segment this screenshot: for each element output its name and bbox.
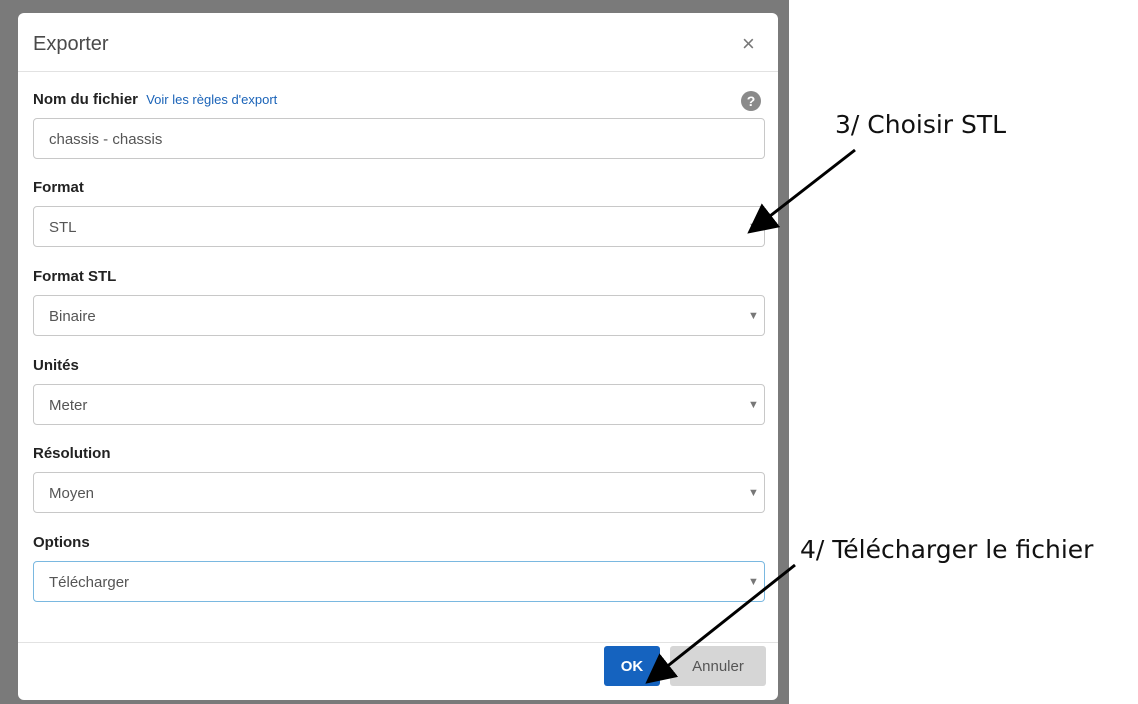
chevron-down-icon: ▼	[748, 399, 759, 411]
question-circle-icon[interactable]: ?	[741, 91, 761, 111]
file-name-label-row: Nom du fichier Voir les règles d'export	[33, 91, 277, 108]
dialog-title: Exporter	[33, 33, 109, 55]
annotation-step3: 3/ Choisir STL	[835, 110, 1007, 139]
file-name-input[interactable]: chassis - chassis	[33, 118, 765, 159]
chevron-down-icon: ▼	[748, 576, 759, 588]
options-select[interactable]: Télécharger ▼	[33, 561, 765, 602]
format-label: Format	[33, 179, 84, 196]
cancel-button[interactable]: Annuler	[670, 646, 766, 686]
stl-format-label: Format STL	[33, 268, 117, 285]
chevron-down-icon: ▼	[748, 310, 759, 322]
stl-format-select[interactable]: Binaire ▼	[33, 295, 765, 336]
chevron-down-icon: ▼	[748, 487, 759, 499]
options-label: Options	[33, 534, 90, 551]
units-select[interactable]: Meter ▼	[33, 384, 765, 425]
resolution-value: Moyen	[49, 485, 95, 502]
close-icon[interactable]: ×	[742, 33, 755, 55]
export-dialog: Exporter × Nom du fichier Voir les règle…	[18, 13, 778, 700]
format-select[interactable]: STL ▼	[33, 206, 765, 247]
resolution-select[interactable]: Moyen ▼	[33, 472, 765, 513]
stl-format-value: Binaire	[49, 308, 96, 325]
dialog-footer-divider	[18, 642, 778, 643]
resolution-label: Résolution	[33, 445, 111, 462]
annotation-step4: 4/ Télécharger le fichier	[800, 535, 1094, 564]
units-label: Unités	[33, 357, 79, 374]
format-value: STL	[49, 219, 77, 236]
dialog-header: Exporter ×	[18, 13, 778, 72]
units-value: Meter	[49, 397, 88, 414]
file-name-value: chassis - chassis	[49, 131, 163, 148]
file-name-label: Nom du fichier	[33, 91, 139, 108]
chevron-down-icon: ▼	[748, 221, 759, 233]
ok-button[interactable]: OK	[604, 646, 660, 686]
options-value: Télécharger	[49, 574, 130, 591]
export-rules-link[interactable]: Voir les règles d'export	[146, 92, 277, 107]
